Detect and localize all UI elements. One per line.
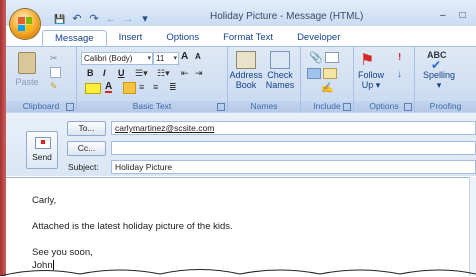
options-group: ⚑ Follow Up ▾ ! ↓ Options [354,47,415,113]
tab-insert[interactable]: Insert [107,30,155,46]
ribbon-tabs: Message Insert Options Format Text Devel… [42,30,352,47]
previous-item-icon[interactable]: ← [105,13,117,25]
check-names-button[interactable]: Check Names [263,70,297,90]
maximize-button[interactable]: □ [460,10,466,21]
proofing-group: ABC ✔ Spelling ▾ Proofing [415,47,476,113]
send-envelope-icon [35,137,51,149]
basic-text-group: Calibri (Body) ▾ 11 ▾ A A B I U ☰▾ ☷▾ ⇤ ⇥ … [77,47,228,113]
customize-qat-icon[interactable]: ▾ [139,13,151,25]
italic-button[interactable]: I [103,68,106,78]
follow-up-button[interactable]: Follow Up ▾ [354,70,388,90]
paste-button[interactable]: Paste [12,77,42,87]
underline-button[interactable]: U [118,68,125,78]
decrease-indent-icon[interactable]: ⇤ [181,68,189,79]
tab-format-text[interactable]: Format Text [211,30,285,46]
redo-icon[interactable]: ↷ [88,13,100,25]
low-importance-icon[interactable]: ↓ [397,69,402,80]
callout-border-decoration [0,269,476,276]
font-name-combo[interactable]: Calibri (Body) ▾ [81,52,153,65]
names-group-label: Names [228,101,300,112]
to-button[interactable]: To... [67,121,106,136]
tab-message[interactable]: Message [42,30,107,47]
to-field[interactable]: carlymartinez@scsite.com [111,121,476,135]
undo-icon[interactable]: ↶ [71,13,83,25]
font-color-icon[interactable]: A [105,81,113,93]
bold-button[interactable]: B [87,68,94,78]
clipboard-group-label: Clipboard [6,101,76,112]
next-item-icon[interactable]: → [122,13,134,25]
high-importance-icon[interactable]: ! [398,52,401,63]
justify-icon[interactable]: ≣ [169,82,177,93]
body-closing: See you soon, [32,247,93,258]
options-launcher-icon[interactable] [404,103,412,111]
save-icon[interactable]: 💾 [54,13,66,25]
basic-text-group-label: Basic Text [77,101,227,112]
clipboard-launcher-icon[interactable] [66,103,74,111]
font-size-combo[interactable]: 11 ▾ [153,52,179,65]
window-title: Holiday Picture - Message (HTML) [210,11,364,22]
office-logo-icon [18,17,32,31]
proofing-group-label: Proofing [415,101,476,112]
grow-font-button[interactable]: A [181,51,188,62]
quick-access-toolbar: 💾 ↶ ↷ ← → ▾ [54,11,151,27]
send-label: Send [32,152,52,162]
bullets-icon[interactable]: ☰▾ [135,68,148,79]
body-greeting: Carly, [32,195,57,206]
window-controls: – □ [440,10,466,21]
attach-item-icon[interactable] [325,52,339,63]
signature-icon[interactable]: ✍ [321,83,333,94]
include-launcher-icon[interactable] [343,103,351,111]
numbering-icon[interactable]: ☷▾ [157,68,170,79]
include-group-label: Include [301,101,353,112]
address-book-icon[interactable] [236,51,256,69]
business-card-icon[interactable] [307,68,321,79]
include-group: 📎 ✍ Include [301,47,354,113]
minimize-button[interactable]: – [440,10,446,21]
highlight-icon[interactable] [85,83,101,94]
format-painter-icon[interactable]: ✎ [50,81,60,91]
paste-icon[interactable] [18,52,36,74]
check-names-icon[interactable] [270,51,290,69]
shrink-font-button[interactable]: A [195,52,201,61]
office-button[interactable] [10,9,40,39]
body-scrollbar[interactable] [469,177,476,276]
basic-text-launcher-icon[interactable] [217,103,225,111]
tab-developer[interactable]: Developer [285,30,352,46]
follow-up-flag-icon[interactable]: ⚑ [360,50,374,70]
send-button[interactable]: Send [26,131,58,169]
message-body[interactable]: Carly, Attached is the latest holiday pi… [6,177,476,277]
body-line: Attached is the latest holiday picture o… [32,221,233,232]
increase-indent-icon[interactable]: ⇥ [195,68,203,79]
names-group: Address Book Check Names Names [228,47,301,113]
ribbon: Paste ✂ ✎ Clipboard Calibri (Body) ▾ 11 ▾ … [6,46,476,114]
cc-button[interactable]: Cc... [67,141,106,156]
copy-icon[interactable] [50,67,61,78]
cc-field[interactable] [111,141,476,155]
align-right-icon[interactable]: ≡ [153,82,158,92]
subject-field[interactable]: Holiday Picture [111,160,476,174]
spelling-button[interactable]: Spelling ▾ [419,70,459,90]
calendar-icon[interactable] [323,68,337,79]
clipboard-group: Paste ✂ ✎ Clipboard [6,47,77,113]
address-book-button[interactable]: Address Book [229,70,263,90]
attach-file-icon[interactable]: 📎 [309,51,323,64]
options-group-label: Options [354,101,414,112]
align-center-icon[interactable]: ≡ [139,82,144,92]
align-left-icon[interactable] [123,82,136,94]
subject-label: Subject: [68,162,99,172]
tab-options[interactable]: Options [154,30,211,46]
cut-icon[interactable]: ✂ [50,53,60,63]
